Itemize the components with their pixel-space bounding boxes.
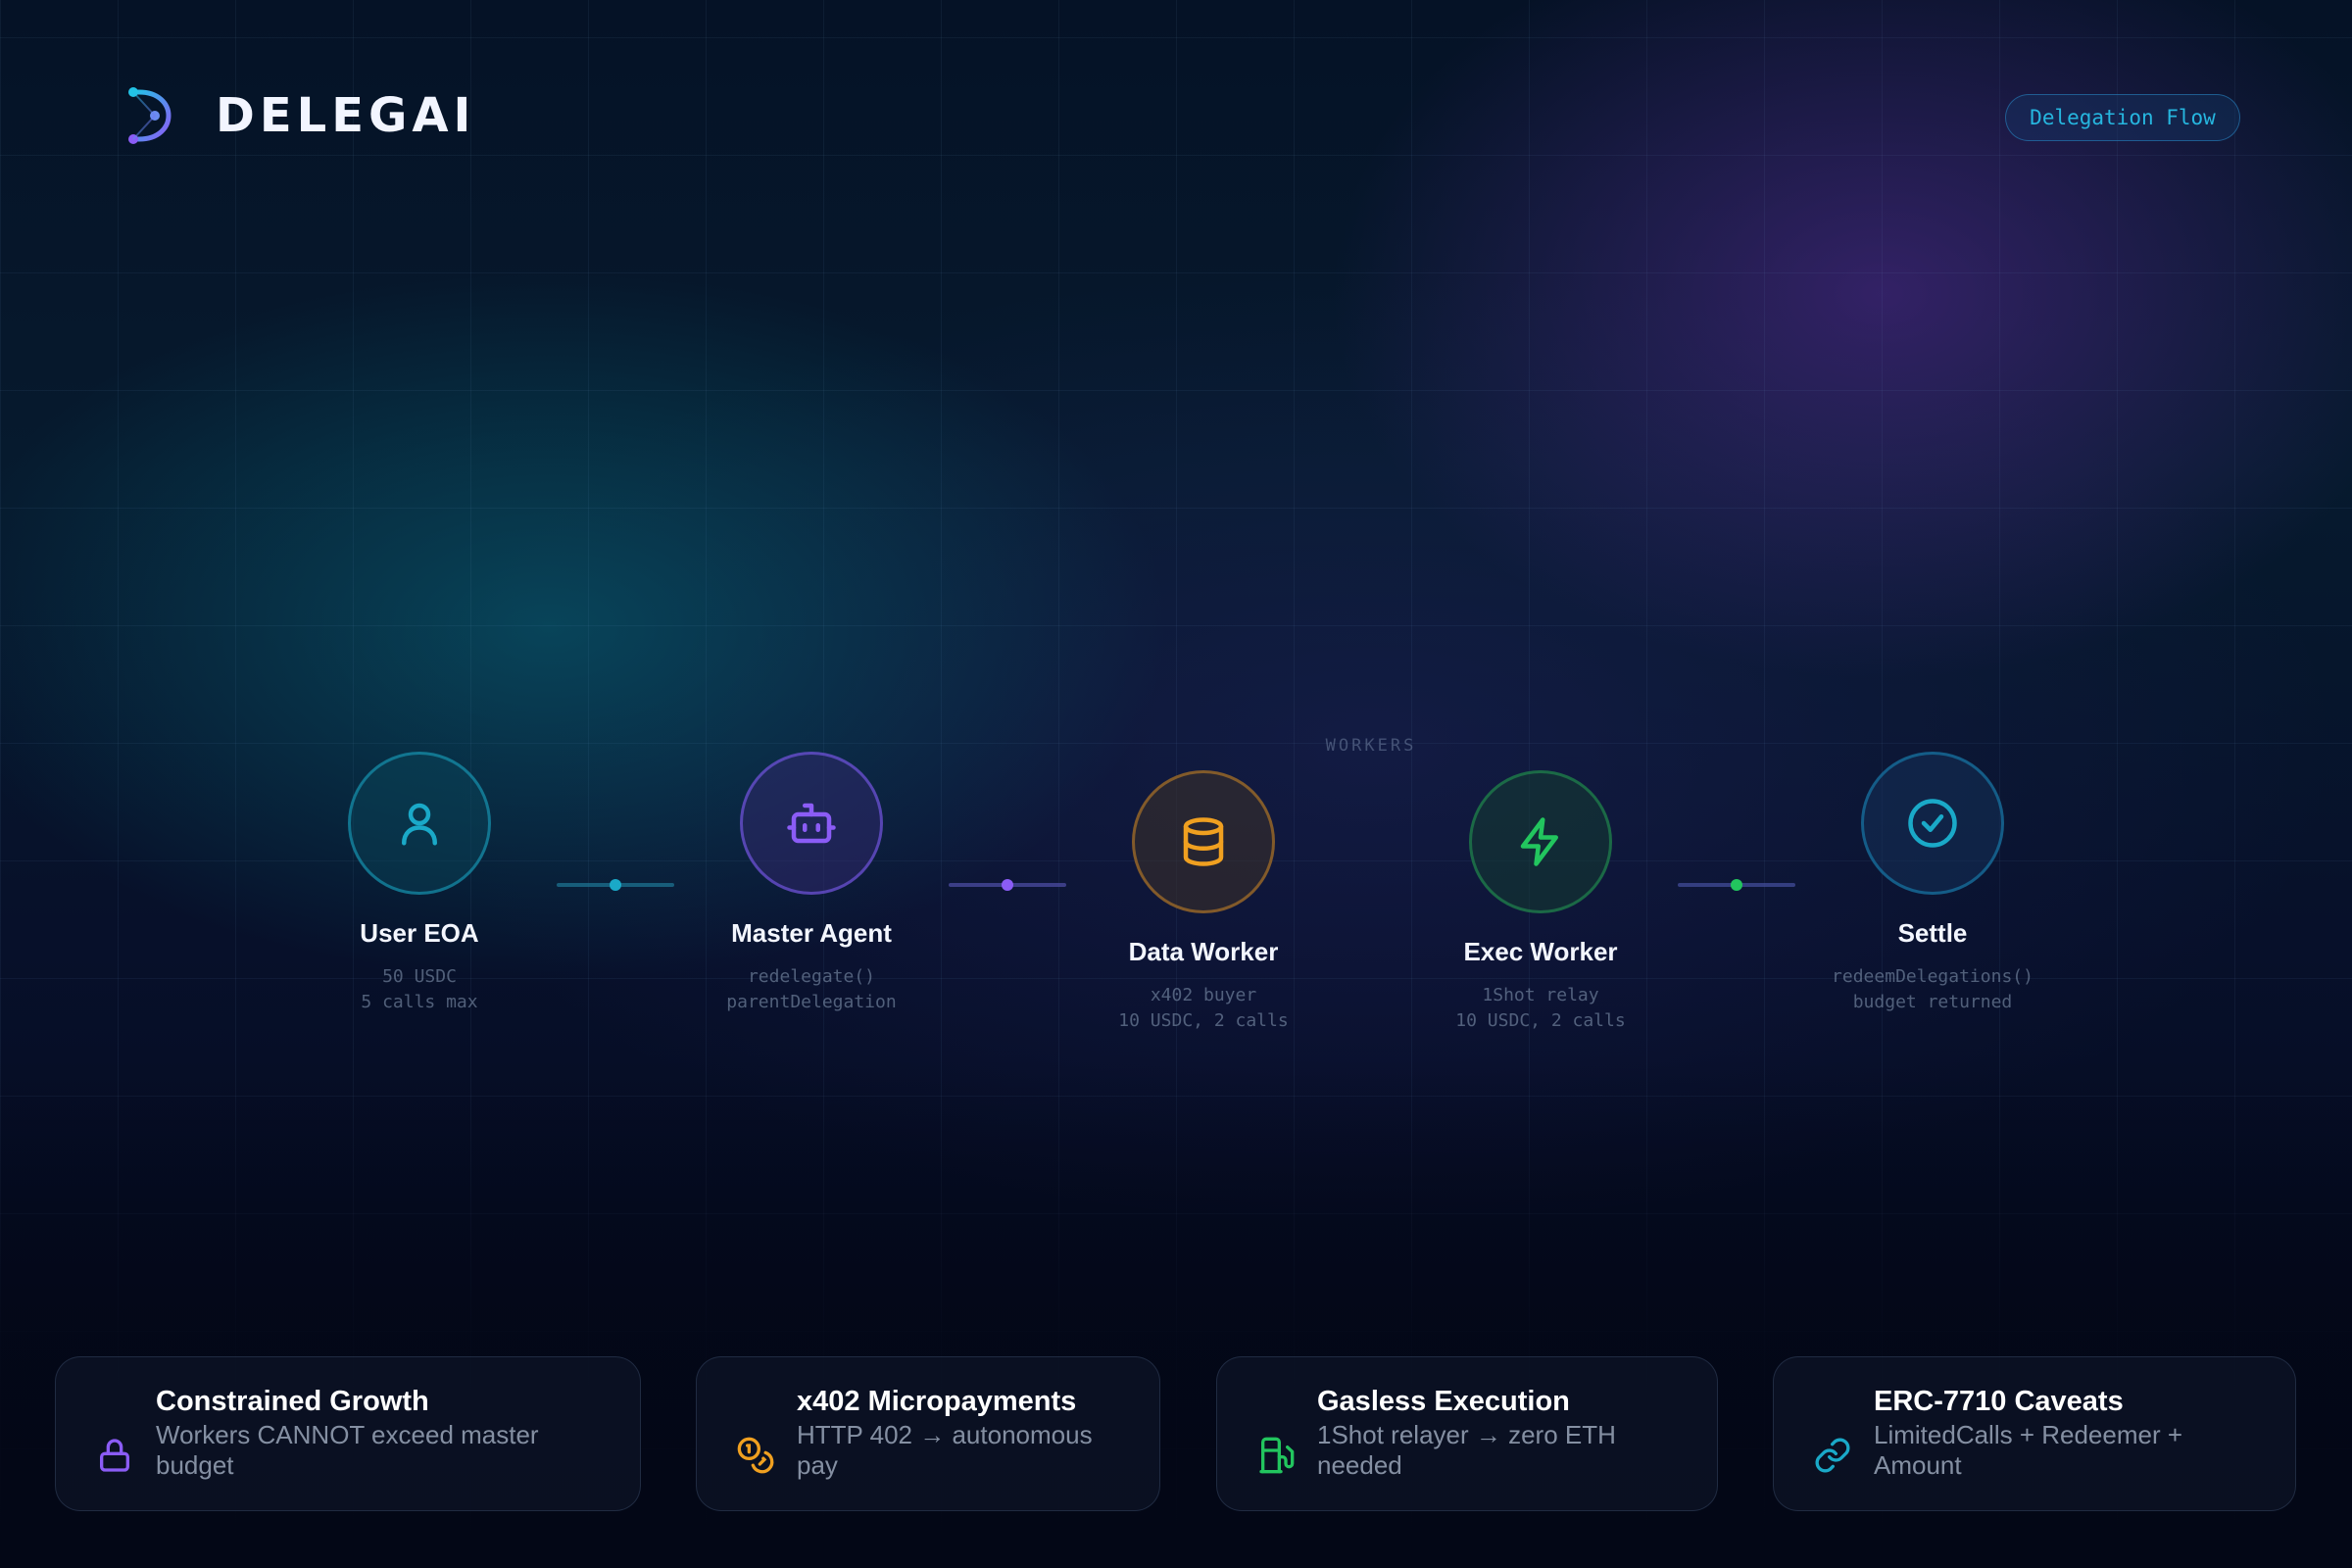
node-details: x402 buyer 10 USDC, 2 calls	[1056, 983, 1350, 1034]
logo-mark-icon	[128, 87, 172, 144]
node-title: Data Worker	[1128, 937, 1279, 966]
database-icon	[1183, 817, 1224, 866]
connector-dot	[1731, 879, 1742, 891]
feature-description: 1Shot relayer → zero ETH needed	[1317, 1420, 1616, 1480]
node-detail-line: 10 USDC, 2 calls	[1455, 1010, 1626, 1031]
node-details: redeemDelegations() budget returned	[1786, 964, 2080, 1015]
coins-icon	[737, 1437, 774, 1474]
connector-dot	[1002, 879, 1013, 891]
flow-connector	[557, 879, 674, 891]
node-details: 1Shot relay 10 USDC, 2 calls	[1394, 983, 1688, 1034]
flow-node-settle[interactable]: Settle redeemDelegations() budget return…	[1786, 752, 2080, 1015]
feature-card-gasless-execution[interactable]: Gasless Execution 1Shot relayer → zero E…	[1216, 1356, 1718, 1511]
feature-description: LimitedCalls + Redeemer + Amount	[1874, 1420, 2183, 1480]
flow-node-user-eoa[interactable]: User EOA 50 USDC 5 calls max	[272, 752, 566, 1015]
flow-node-data-worker[interactable]: Data Worker x402 buyer 10 USDC, 2 calls	[1056, 770, 1350, 1034]
node-title: Exec Worker	[1463, 937, 1618, 966]
fuel-pump-icon	[1259, 1437, 1295, 1474]
brand-logo[interactable]: DELEGAI	[125, 86, 475, 145]
flow-node-master-agent[interactable]: Master Agent redelegate() parentDelegati…	[664, 752, 958, 1015]
check-circle-icon	[1908, 799, 1957, 848]
feature-description: HTTP 402 → autonomous pay	[797, 1420, 1093, 1480]
user-icon	[402, 803, 437, 846]
bot-icon	[787, 803, 836, 844]
node-circle	[1132, 770, 1275, 913]
feature-card-constrained-growth[interactable]: Constrained Growth Workers CANNOT exceed…	[55, 1356, 641, 1511]
feature-title: x402 Micropayments	[797, 1386, 1077, 1417]
flow-connector	[949, 879, 1066, 891]
node-title: Master Agent	[731, 918, 892, 948]
node-circle	[1469, 770, 1612, 913]
feature-card-erc-7710-caveats[interactable]: ERC-7710 Caveats LimitedCalls + Redeemer…	[1773, 1356, 2296, 1511]
node-details: redelegate() parentDelegation	[664, 964, 958, 1015]
node-title: User EOA	[360, 918, 479, 948]
delegation-flow-badge[interactable]: Delegation Flow	[2005, 94, 2240, 141]
node-details: 50 USDC 5 calls max	[272, 964, 566, 1015]
node-detail-line: 10 USDC, 2 calls	[1118, 1010, 1289, 1031]
node-detail-line: 1Shot relay	[1482, 985, 1599, 1005]
lock-icon	[100, 1439, 129, 1472]
node-detail-line: redelegate()	[747, 966, 876, 987]
flow-connector	[1678, 879, 1795, 891]
feature-description: Workers CANNOT exceed master budget	[156, 1420, 539, 1480]
node-title: Settle	[1897, 918, 1968, 948]
node-detail-line: budget returned	[1852, 992, 2013, 1012]
connector-dot	[610, 879, 621, 891]
workers-group-label: WORKERS	[1325, 736, 1417, 756]
brand-name: DELEGAI	[216, 88, 476, 143]
node-detail-line: x402 buyer	[1150, 985, 1257, 1005]
feature-title: Constrained Growth	[156, 1386, 429, 1417]
node-detail-line: 5 calls max	[361, 992, 478, 1012]
node-detail-line: parentDelegation	[726, 992, 897, 1012]
lightning-icon	[1520, 817, 1558, 866]
link-icon	[1815, 1438, 1850, 1473]
node-detail-line: 50 USDC	[382, 966, 457, 987]
feature-title: ERC-7710 Caveats	[1874, 1386, 2124, 1417]
feature-title: Gasless Execution	[1317, 1386, 1570, 1417]
node-circle	[1861, 752, 2004, 895]
node-circle	[740, 752, 883, 895]
feature-card-x402-micropayments[interactable]: x402 Micropayments HTTP 402 → autonomous…	[696, 1356, 1160, 1511]
flow-node-exec-worker[interactable]: Exec Worker 1Shot relay 10 USDC, 2 calls	[1394, 770, 1688, 1034]
node-detail-line: redeemDelegations()	[1832, 966, 2034, 987]
node-circle	[348, 752, 491, 895]
